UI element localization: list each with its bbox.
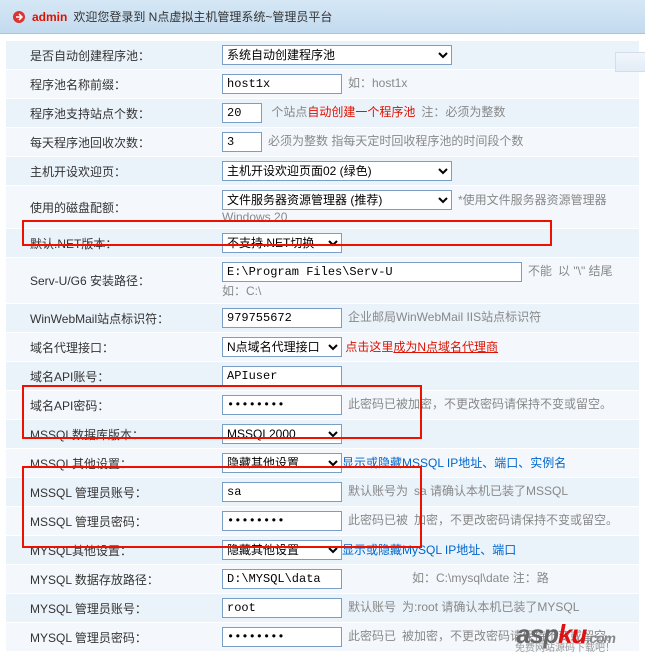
label-pool-sites: 程序池支持站点个数： — [6, 99, 216, 127]
label-mssql-pwd: MSSQL 管理员密码： — [6, 507, 216, 535]
hint-mssql-other: 显示或隐藏MSSQL IP地址、端口、实例名 — [342, 456, 566, 470]
label-mssql-ver: MSSQL数据库版本： — [6, 420, 216, 448]
select-disk-quota[interactable]: 文件服务器资源管理器 (推荐) — [222, 190, 452, 210]
truncated-button — [615, 52, 645, 72]
select-net-ver[interactable]: 不支持.NET切换 — [222, 233, 342, 253]
input-mysql-admin[interactable] — [222, 598, 342, 618]
page-header: admin 欢迎您登录到 N点虚拟主机管理系统~管理员平台 — [0, 0, 645, 34]
label-net-ver: 默认.NET版本： — [6, 229, 216, 257]
hint-pool-sites-c: 注：必须为整数 — [421, 105, 505, 119]
input-recycle[interactable] — [222, 132, 262, 152]
select-mssql-ver[interactable]: MSSQL2000 — [222, 424, 342, 444]
label-servu: Serv-U/G6 安装路径： — [6, 258, 216, 303]
input-mssql-admin[interactable] — [222, 482, 342, 502]
label-domain-api-pwd: 域名API密码： — [6, 391, 216, 419]
logoff-icon[interactable] — [12, 10, 26, 24]
hint-mysql-admin-a: 默认账号 — [348, 600, 396, 614]
welcome-text: 欢迎您登录到 N点虚拟主机管理系统~管理员平台 — [73, 8, 332, 25]
select-domain-proxy[interactable]: N点域名代理接口 — [222, 337, 342, 357]
label-winweb: WinWebMail站点标识符： — [6, 304, 216, 332]
input-pool-prefix[interactable] — [222, 74, 342, 94]
settings-table: 是否自动创建程序池： 系统自动创建程序池 程序池名称前缀： 如：host1x 程… — [6, 40, 639, 652]
hint-recycle: 必须为整数 指每天定时回收程序池的时间段个数 — [268, 134, 523, 148]
input-domain-api-pwd[interactable] — [222, 395, 342, 415]
label-mysql-path: MYSQL 数据存放路径： — [6, 565, 216, 593]
input-winweb[interactable] — [222, 308, 342, 328]
admin-label: admin — [32, 10, 67, 24]
hint-servu-a: 不能 — [528, 264, 552, 278]
label-mysql-pwd: MYSQL 管理员密码： — [6, 623, 216, 651]
input-domain-api-acc[interactable] — [222, 366, 342, 386]
hint-winweb: 企业邮局WinWebMail IIS站点标识符 — [348, 310, 541, 324]
hint-domain-proxy-prefix: 点击这里 — [345, 340, 393, 354]
label-mysql-admin: MYSQL 管理员账号： — [6, 594, 216, 622]
hint-mssql-pwd-b: 加密，不更改密码请保持不变或留空。 — [414, 513, 618, 527]
hint-mssql-pwd-a: 此密码已被 — [348, 513, 408, 527]
label-mssql-admin: MSSQL 管理员账号： — [6, 478, 216, 506]
label-domain-proxy: 域名代理接口： — [6, 333, 216, 361]
label-disk-quota: 使用的磁盘配额： — [6, 186, 216, 228]
hint-mysql-pwd-a: 此密码已 — [348, 629, 396, 643]
hint-pool-prefix: 如：host1x — [348, 76, 407, 90]
label-welcome-page: 主机开设欢迎页： — [6, 157, 216, 185]
input-mssql-pwd[interactable] — [222, 511, 342, 531]
input-mysql-path[interactable] — [222, 569, 342, 589]
link-become-agent[interactable]: 成为N点域名代理商 — [393, 340, 498, 354]
label-domain-api-acc: 域名API账号： — [6, 362, 216, 390]
label-auto-pool: 是否自动创建程序池： — [6, 41, 216, 69]
watermark-sub: 免费网站源码下载吧！ — [515, 639, 615, 654]
hint-mysql-path: 如：C:\mysql\date 注：路 — [412, 571, 549, 585]
hint-mysql-admin-b: 为:root 请确认本机已装了MYSQL — [402, 600, 579, 614]
select-auto-pool[interactable]: 系统自动创建程序池 — [222, 45, 452, 65]
select-mysql-other[interactable]: 隐藏其他设置 — [222, 540, 342, 560]
hint-mysql-other: 显示或隐藏MySQL IP地址、端口 — [342, 543, 516, 557]
hint-mssql-admin-a: 默认账号为 — [348, 484, 408, 498]
hint-pool-sites-a: 个站点 — [271, 105, 307, 119]
hint-mssql-admin-b: sa 请确认本机已装了MSSQL — [414, 484, 568, 498]
input-pool-sites[interactable] — [222, 103, 262, 123]
label-mssql-other: MSSQL其他设置： — [6, 449, 216, 477]
label-recycle: 每天程序池回收次数： — [6, 128, 216, 156]
input-servu[interactable] — [222, 262, 522, 282]
label-pool-prefix: 程序池名称前缀： — [6, 70, 216, 98]
form-panel: 是否自动创建程序池： 系统自动创建程序池 程序池名称前缀： 如：host1x 程… — [0, 34, 645, 658]
input-mysql-pwd[interactable] — [222, 627, 342, 647]
hint-domain-api-pwd: 此密码已被加密，不更改密码请保持不变或留空。 — [348, 397, 612, 411]
label-mysql-other: MYSQL其他设置： — [6, 536, 216, 564]
select-mssql-other[interactable]: 隐藏其他设置 — [222, 453, 342, 473]
hint-pool-sites-b: 自动创建一个程序池 — [307, 105, 415, 119]
select-welcome-page[interactable]: 主机开设欢迎页面02 (绿色) — [222, 161, 452, 181]
